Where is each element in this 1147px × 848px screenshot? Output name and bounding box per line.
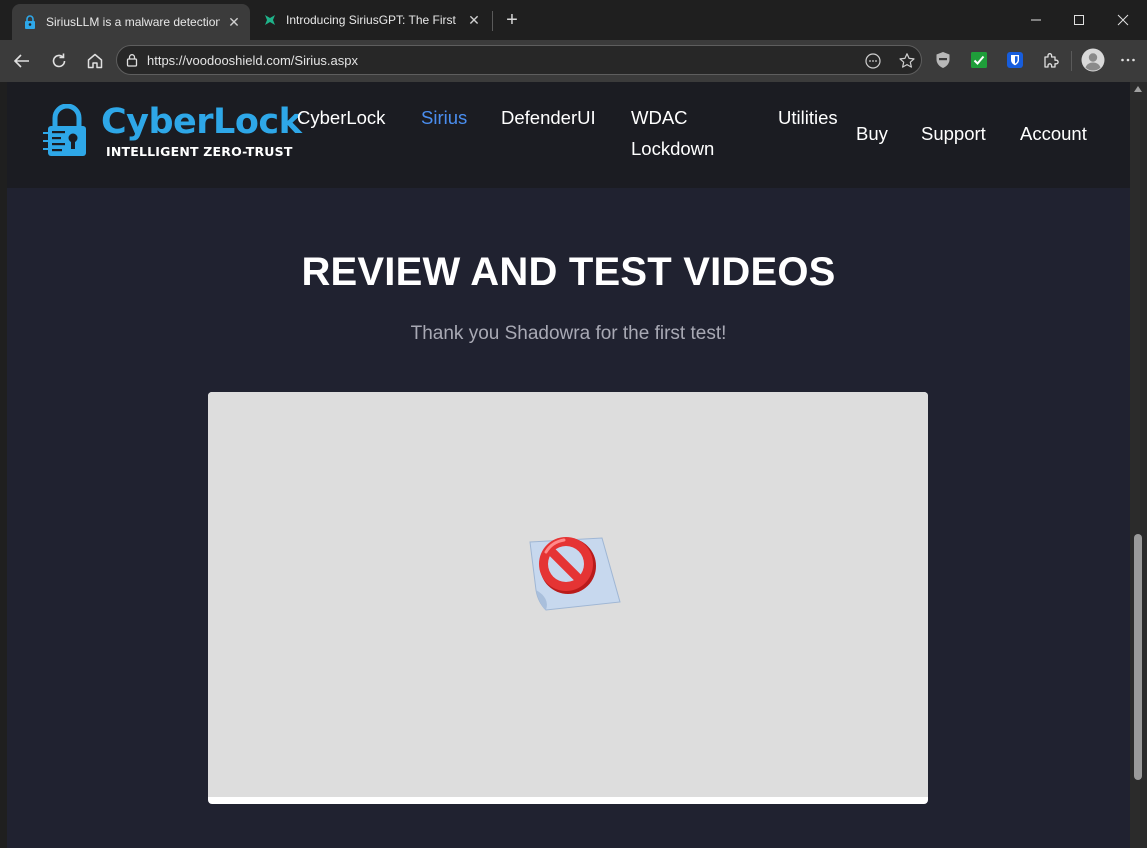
page-subtitle: Thank you Shadowra for the first test!: [410, 323, 727, 344]
checkmark-extension-icon[interactable]: [969, 50, 989, 70]
scroll-thumb[interactable]: [1134, 534, 1142, 780]
cyberlock-logo[interactable]: CyberLock INTELLIGENT ZERO-TRUST: [43, 102, 302, 160]
page-viewport: CyberLock INTELLIGENT ZERO-TRUST CyberLo…: [7, 82, 1130, 848]
shield-extension-icon[interactable]: [933, 50, 953, 70]
address-bar[interactable]: https://voodooshield.com/Sirius.aspx: [116, 45, 922, 75]
nav-defenderui[interactable]: DefenderUI: [501, 102, 596, 133]
embedded-video[interactable]: [208, 392, 928, 804]
new-tab-icon[interactable]: +: [500, 8, 524, 32]
close-tab-icon[interactable]: ✕: [466, 12, 482, 28]
blocked-content-icon: [529, 537, 621, 611]
tab-title: Introducing SiriusGPT: The First Re: [286, 13, 460, 27]
browser-window: SiriusLLM is a malware detection e ✕ Int…: [0, 0, 1147, 848]
lock-favicon-icon: [22, 14, 38, 30]
page-scrollbar[interactable]: [1130, 82, 1147, 848]
more-options-icon[interactable]: [863, 51, 883, 71]
tab-siriusllm[interactable]: SiriusLLM is a malware detection e ✕: [12, 4, 250, 40]
home-icon[interactable]: [81, 47, 109, 75]
browser-toolbar: https://voodooshield.com/Sirius.aspx: [0, 40, 1147, 82]
extensions-puzzle-icon[interactable]: [1041, 50, 1061, 70]
refresh-icon[interactable]: [45, 47, 73, 75]
back-icon[interactable]: [8, 47, 36, 75]
nav-account[interactable]: Account: [1020, 118, 1087, 149]
logo-wordmark: CyberLock: [101, 102, 302, 142]
tab-siriusgpt[interactable]: Introducing SiriusGPT: The First Re ✕: [252, 4, 490, 36]
close-window-icon[interactable]: [1099, 0, 1147, 40]
logo-tagline: INTELLIGENT ZERO-TRUST: [106, 144, 293, 159]
minimize-icon[interactable]: [1012, 0, 1060, 40]
padlock-circuit-icon: [43, 104, 86, 156]
profile-avatar-icon[interactable]: [1080, 47, 1106, 73]
url-text[interactable]: https://voodooshield.com/Sirius.aspx: [147, 53, 358, 68]
nav-cyberlock[interactable]: CyberLock: [297, 102, 385, 133]
settings-more-icon[interactable]: [1118, 50, 1138, 70]
site-header: CyberLock INTELLIGENT ZERO-TRUST CyberLo…: [7, 82, 1130, 188]
page-title: REVIEW AND TEST VIDEOS: [301, 250, 836, 294]
nav-support[interactable]: Support: [921, 118, 986, 149]
video-placeholder: [208, 392, 928, 797]
favorite-star-icon[interactable]: [897, 51, 917, 71]
bitwarden-extension-icon[interactable]: [1005, 50, 1025, 70]
sirius-favicon-icon: [262, 12, 278, 28]
tab-title: SiriusLLM is a malware detection e: [46, 15, 220, 29]
nav-sirius[interactable]: Sirius: [421, 102, 467, 133]
nav-utilities[interactable]: Utilities: [778, 102, 838, 133]
scroll-up-arrow-icon[interactable]: [1134, 86, 1142, 92]
toolbar-divider: [1071, 51, 1072, 71]
nav-wdac-lockdown[interactable]: WDAC Lockdown: [631, 102, 751, 164]
close-tab-icon[interactable]: ✕: [226, 14, 242, 30]
lock-icon[interactable]: [125, 53, 139, 67]
nav-buy[interactable]: Buy: [856, 118, 888, 149]
tab-divider: [492, 11, 493, 31]
maximize-icon[interactable]: [1055, 0, 1103, 40]
tab-strip: SiriusLLM is a malware detection e ✕ Int…: [0, 0, 1147, 40]
